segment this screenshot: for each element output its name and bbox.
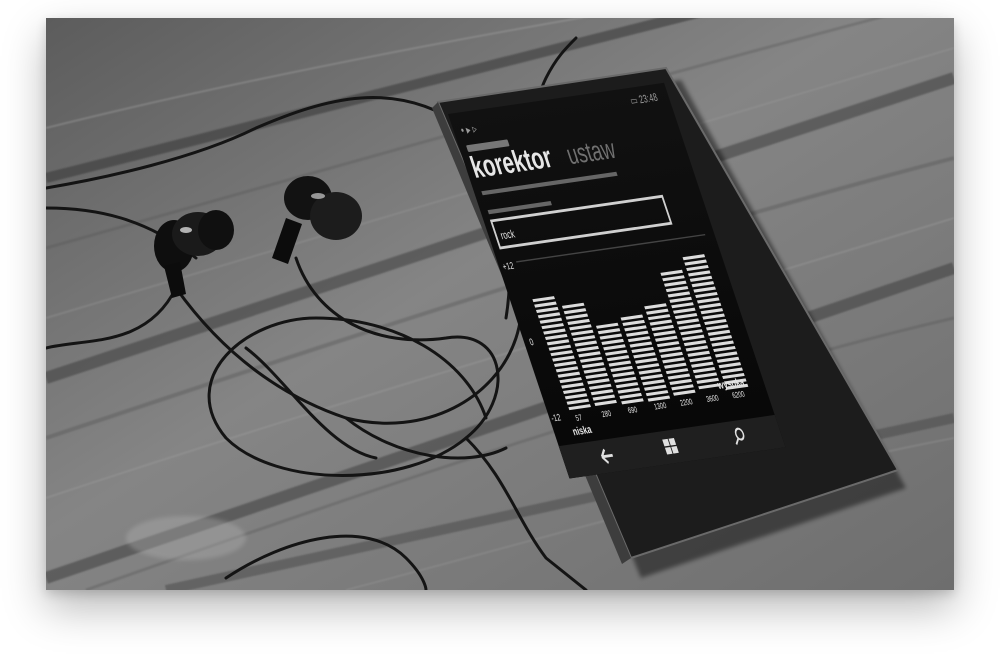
app-title-faded: ustaw [562,134,620,171]
photo-scene: • ▸ ▹ ▭ 23:48 korektor ustaw rock +12 0 … [46,18,954,590]
frequency-label: 6200 [731,390,746,401]
frequency-label: 2200 [679,397,694,408]
wood-highlight [126,516,246,560]
frequency-label: 1300 [653,401,668,412]
photo: • ▸ ▹ ▭ 23:48 korektor ustaw rock +12 0 … [46,18,954,590]
frequency-label: 3600 [705,393,720,404]
